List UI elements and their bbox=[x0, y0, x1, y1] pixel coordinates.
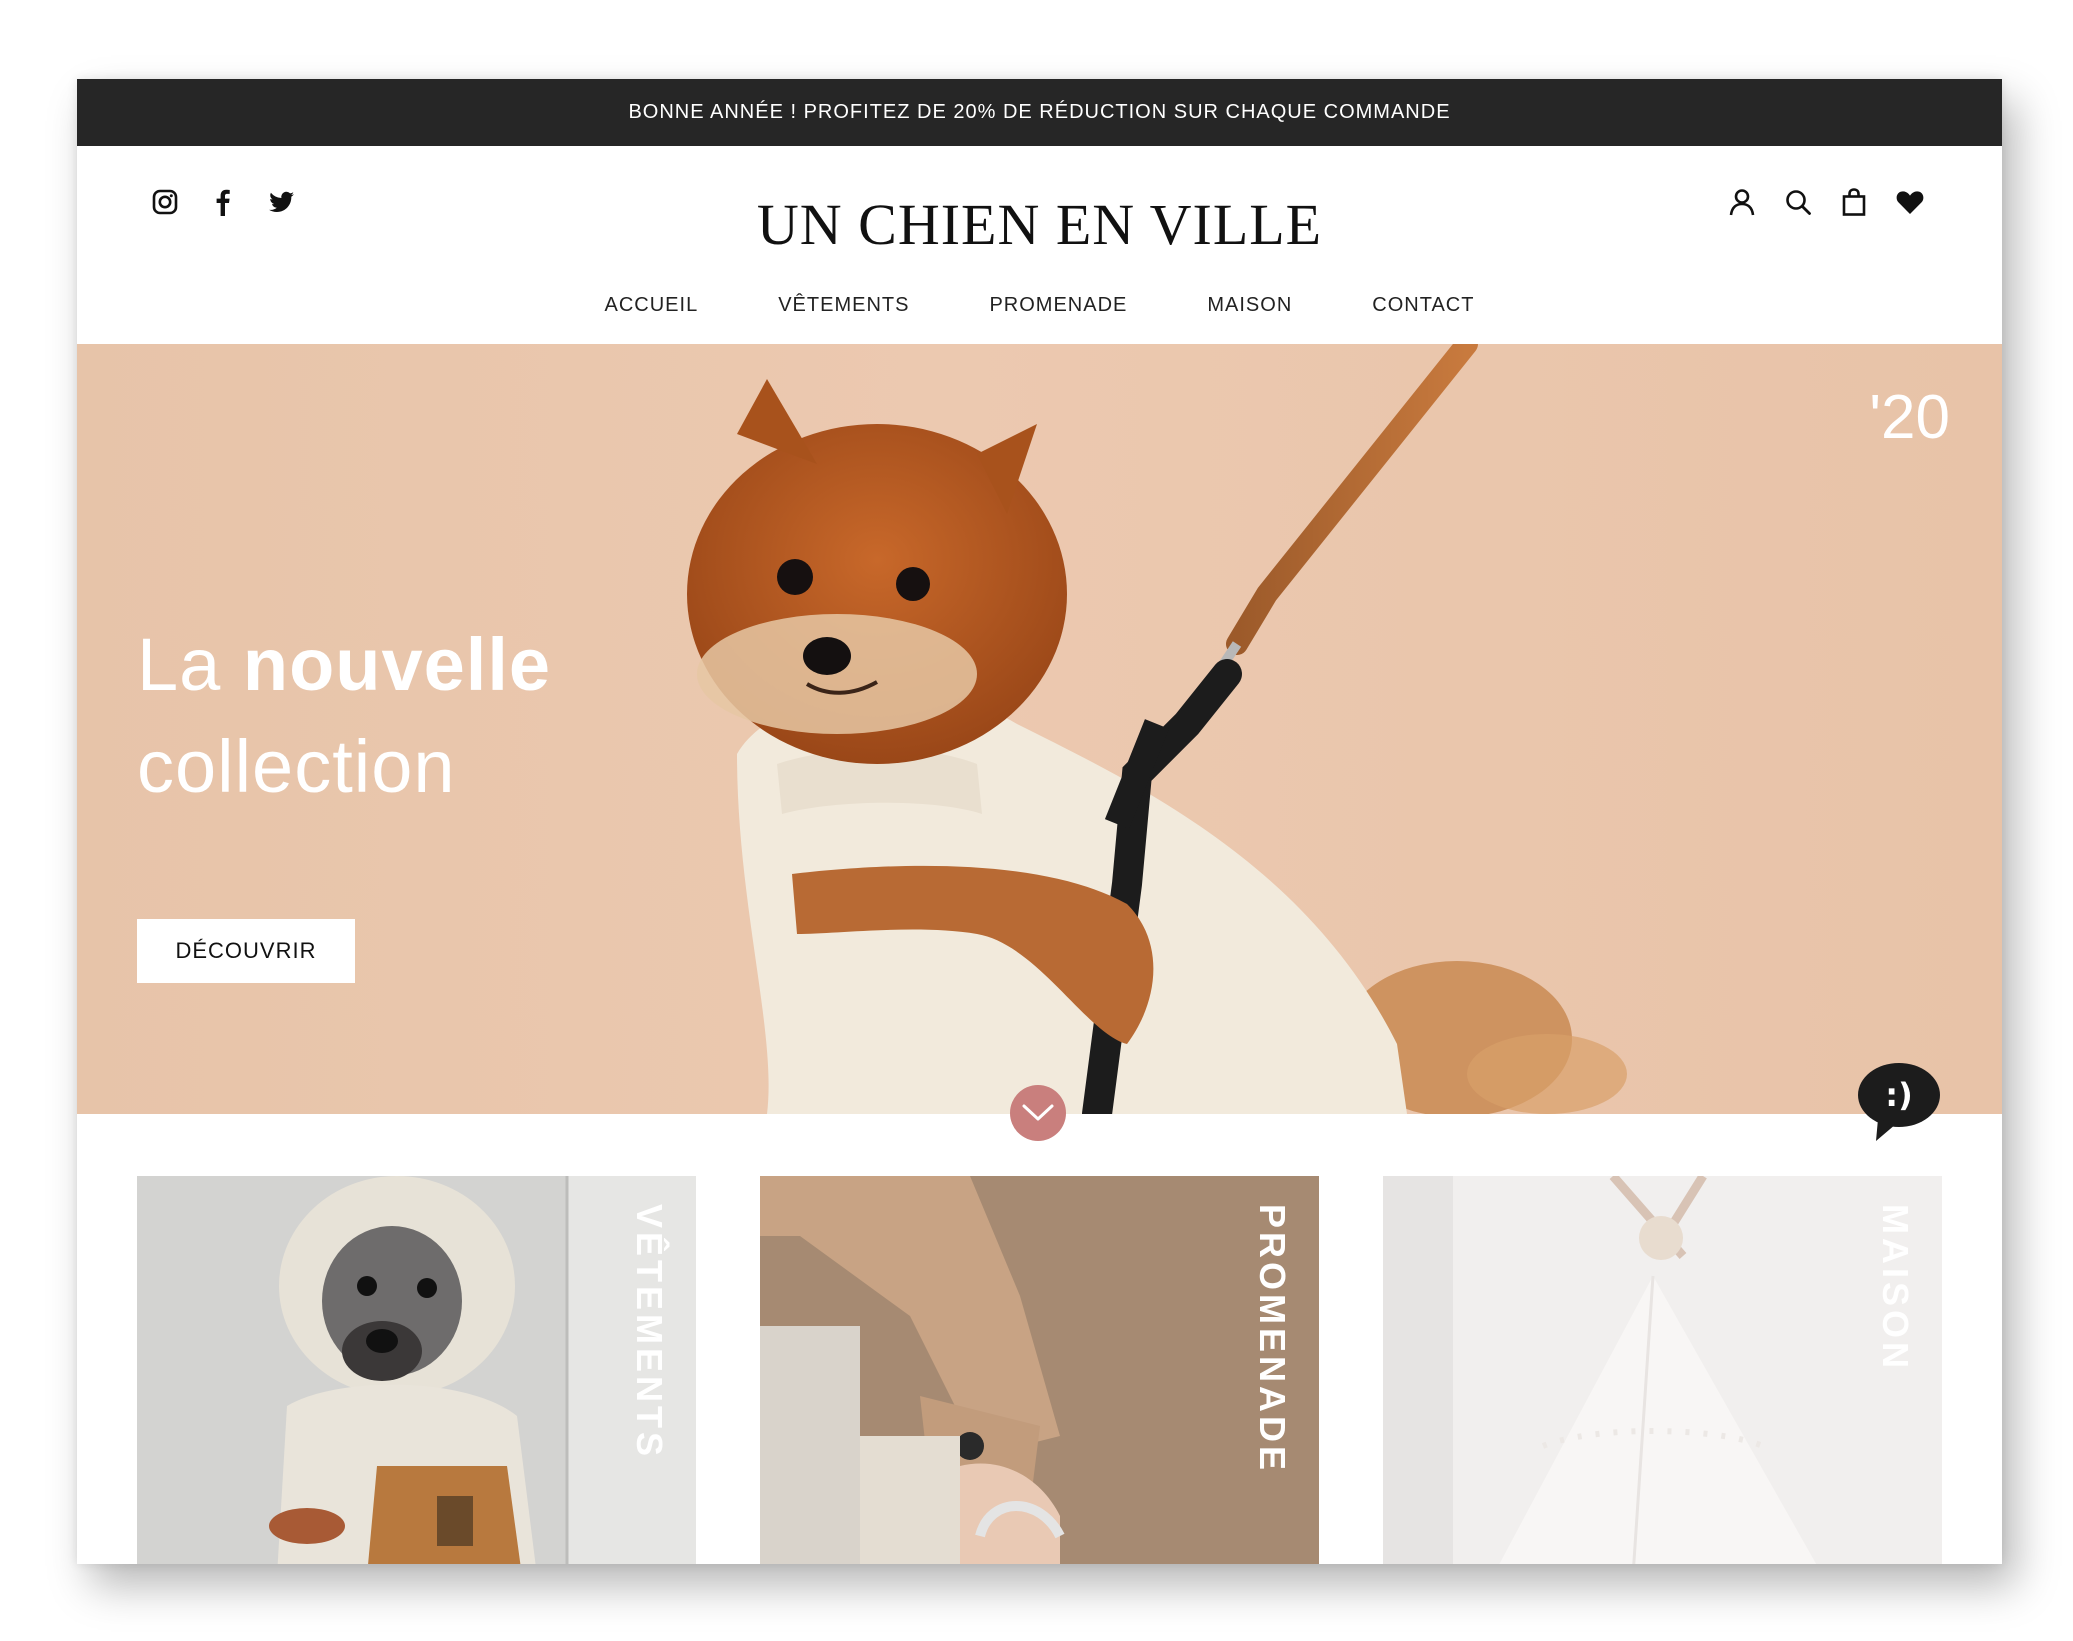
category-card-vetements[interactable]: VÊTEMENTS bbox=[137, 1176, 696, 1564]
nav-item-accueil[interactable]: ACCUEIL bbox=[605, 294, 699, 317]
account-icon[interactable] bbox=[1726, 186, 1758, 218]
shopping-bag-icon[interactable] bbox=[1838, 186, 1870, 218]
category-card-promenade[interactable]: PROMENADE bbox=[760, 1176, 1319, 1564]
category-label-vetements: VÊTEMENTS bbox=[629, 1204, 670, 1461]
hero-year: '20 bbox=[1869, 383, 1950, 452]
nav-item-contact[interactable]: CONTACT bbox=[1372, 294, 1474, 317]
chat-bubble-icon[interactable]: :) bbox=[1856, 1061, 1942, 1143]
headline-light: La bbox=[137, 623, 222, 706]
announcement-text: BONNE ANNÉE ! PROFITEZ DE 20% DE RÉDUCTI… bbox=[628, 101, 1451, 123]
search-icon[interactable] bbox=[1782, 186, 1814, 218]
site-header: UN CHIEN EN VILLE ACCUEIL VÊTEMENTS PROM… bbox=[77, 146, 2002, 344]
hero-banner: '20 La nouvelle collection DÉCOUVRIR bbox=[77, 344, 2002, 1114]
category-image-maison bbox=[1383, 1176, 1942, 1564]
headline-line2: collection bbox=[137, 725, 456, 808]
wishlist-heart-icon[interactable] bbox=[1894, 186, 1926, 218]
scroll-down-button[interactable] bbox=[1010, 1085, 1066, 1141]
chevron-down-icon bbox=[1022, 1104, 1054, 1121]
announcement-bar: BONNE ANNÉE ! PROFITEZ DE 20% DE RÉDUCTI… bbox=[77, 79, 2002, 146]
category-label-promenade: PROMENADE bbox=[1252, 1204, 1293, 1475]
nav-item-maison[interactable]: MAISON bbox=[1207, 294, 1292, 317]
brand-logo[interactable]: UN CHIEN EN VILLE bbox=[77, 191, 2002, 258]
category-cards: VÊTEMENTS PROMENADE MAISON bbox=[77, 1176, 2002, 1564]
main-nav: ACCUEIL VÊTEMENTS PROMENADE MAISON CONTA… bbox=[77, 294, 2002, 317]
category-image-promenade bbox=[760, 1176, 1319, 1564]
category-card-maison[interactable]: MAISON bbox=[1383, 1176, 1942, 1564]
discover-button[interactable]: DÉCOUVRIR bbox=[137, 919, 355, 983]
category-label-maison: MAISON bbox=[1875, 1204, 1916, 1372]
headline-bold: nouvelle bbox=[242, 623, 552, 706]
nav-item-vetements[interactable]: VÊTEMENTS bbox=[778, 294, 909, 317]
chat-text: :) bbox=[1885, 1076, 1912, 1114]
browser-page: BONNE ANNÉE ! PROFITEZ DE 20% DE RÉDUCTI… bbox=[77, 79, 2002, 1564]
hero-headline: La nouvelle collection bbox=[137, 614, 551, 818]
category-image-vetements bbox=[137, 1176, 696, 1564]
header-tools bbox=[1726, 186, 1926, 218]
nav-item-promenade[interactable]: PROMENADE bbox=[989, 294, 1127, 317]
